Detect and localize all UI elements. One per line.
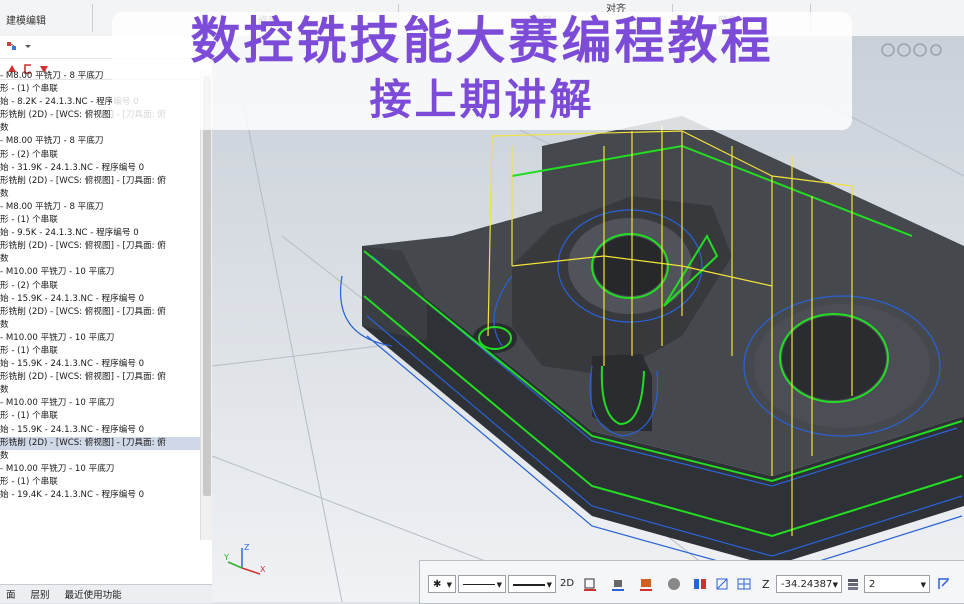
- solid-color-icon[interactable]: [610, 576, 626, 592]
- overlay-title: 数控铣技能大赛编程教程: [190, 12, 774, 70]
- operation-tree-item[interactable]: 始 - 31.9K - 24.1.3.NC - 程序编号 0: [0, 162, 200, 175]
- z-depth-label: Z: [762, 578, 770, 591]
- view-navigation-icon[interactable]: [880, 42, 942, 58]
- svg-text:Y: Y: [223, 553, 229, 562]
- operation-tree-item[interactable]: 始 - 15.9K - 24.1.3.NC - 程序编号 0: [0, 424, 200, 437]
- operation-tree-item[interactable]: 始 - 9.5K - 24.1.3.NC - 程序编号 0: [0, 227, 200, 240]
- level-value: 2: [869, 579, 876, 590]
- operation-tree-item[interactable]: 形铣削 (2D) - [WCS: 俯视图] - [刀具面: 俯: [0, 175, 200, 188]
- overlay-subtitle: 接上期讲解: [369, 75, 595, 124]
- operation-tree-item[interactable]: - M8.00 平铣刀 - 8 平底刀: [0, 135, 200, 148]
- operation-tree-item[interactable]: 形 - (1) 个串联: [0, 214, 200, 227]
- operation-tree-item[interactable]: 数: [0, 450, 200, 463]
- ribbon-group-modeling[interactable]: 建模编辑: [6, 12, 46, 27]
- operation-tree-item[interactable]: 数: [0, 253, 200, 266]
- operation-tree-item[interactable]: 形铣削 (2D) - [WCS: 俯视图] - [刀具面: 俯: [0, 240, 200, 253]
- level-manager-icon[interactable]: [936, 576, 952, 592]
- operation-tree-item[interactable]: 数: [0, 188, 200, 201]
- tab-planes[interactable]: 面: [0, 585, 22, 603]
- operation-tree-item[interactable]: - M10.00 平铣刀 - 10 平底刀: [0, 332, 200, 345]
- operation-tree-item[interactable]: 形 - (1) 个串联: [0, 345, 200, 358]
- material-icon[interactable]: [666, 576, 682, 592]
- operation-tree-item[interactable]: 始 - 15.9K - 24.1.3.NC - 程序编号 0: [0, 293, 200, 306]
- operation-tree-item[interactable]: - M8.00 平铣刀 - 8 平底刀: [0, 201, 200, 214]
- operation-tree-item[interactable]: - M10.00 平铣刀 - 10 平底刀: [0, 266, 200, 279]
- operations-list: - M8.00 平铣刀 - 8 平底刀形 - (1) 个串联始 - 8.2K -…: [0, 70, 200, 540]
- line-width-dropdown[interactable]: ▼: [508, 575, 556, 593]
- operation-tree-item[interactable]: 始 - 15.9K - 24.1.3.NC - 程序编号 0: [0, 358, 200, 371]
- operation-tree-item[interactable]: 形 - (1) 个串联: [0, 476, 200, 489]
- wireframe-color-icon[interactable]: [582, 576, 598, 592]
- attribute-toolbar: ✱ ▼ ▼ ▼ 2D Z -34.24387 ▼ 2 ▼: [419, 560, 964, 604]
- operation-tree-item[interactable]: 形 - (1) 个串联: [0, 410, 200, 423]
- operation-tree-item[interactable]: 形 - (2) 个串联: [0, 280, 200, 293]
- operation-tree-item[interactable]: 形铣削 (2D) - [WCS: 俯视图] - [刀具面: 俯: [0, 306, 200, 319]
- ribbon-separator: [92, 4, 93, 32]
- operation-tree-item[interactable]: 形铣削 (2D) - [WCS: 俯视图] - [刀具面: 俯: [0, 371, 200, 384]
- svg-text:Z: Z: [244, 543, 250, 552]
- toolpath-options-icon[interactable]: [6, 40, 18, 52]
- surface-color-icon[interactable]: [638, 576, 654, 592]
- line-style-dropdown[interactable]: ▼: [458, 575, 506, 593]
- operation-tree-item[interactable]: - M10.00 平铣刀 - 10 平底刀: [0, 397, 200, 410]
- svg-text:X: X: [260, 565, 266, 574]
- xyz-triad-icon: Z Y X: [223, 543, 266, 575]
- operation-tree-item[interactable]: 形 - (2) 个串联: [0, 149, 200, 162]
- operation-tree-item[interactable]: 数: [0, 319, 200, 332]
- z-depth-value: -34.24387: [781, 579, 833, 590]
- point-style-dropdown[interactable]: ✱ ▼: [428, 575, 456, 593]
- tab-recent-functions[interactable]: 最近使用功能: [59, 585, 128, 603]
- mode-2d-toggle[interactable]: 2D: [560, 578, 574, 589]
- operation-tree-item[interactable]: - M10.00 平铣刀 - 10 平底刀: [0, 463, 200, 476]
- panel-bottom-tabs: 面 层别 最近使用功能: [0, 584, 212, 603]
- tab-levels[interactable]: 层别: [25, 585, 56, 603]
- grid-icon[interactable]: [736, 576, 752, 592]
- attribute-icon[interactable]: [692, 576, 708, 592]
- clear-colors-icon[interactable]: [714, 576, 730, 592]
- operation-tree-item[interactable]: 始 - 19.4K - 24.1.3.NC - 程序编号 0: [0, 489, 200, 502]
- scrollbar-thumb[interactable]: [203, 76, 211, 496]
- z-depth-dropdown[interactable]: -34.24387 ▼: [776, 575, 842, 593]
- operation-tree-item[interactable]: 形铣削 (2D) - [WCS: 俯视图] - [刀具面: 俯: [0, 436, 200, 450]
- operation-tree-item[interactable]: 数: [0, 384, 200, 397]
- level-dropdown[interactable]: 2 ▼: [864, 575, 930, 593]
- dropdown-icon[interactable]: [22, 40, 34, 52]
- level-icon[interactable]: [846, 576, 860, 592]
